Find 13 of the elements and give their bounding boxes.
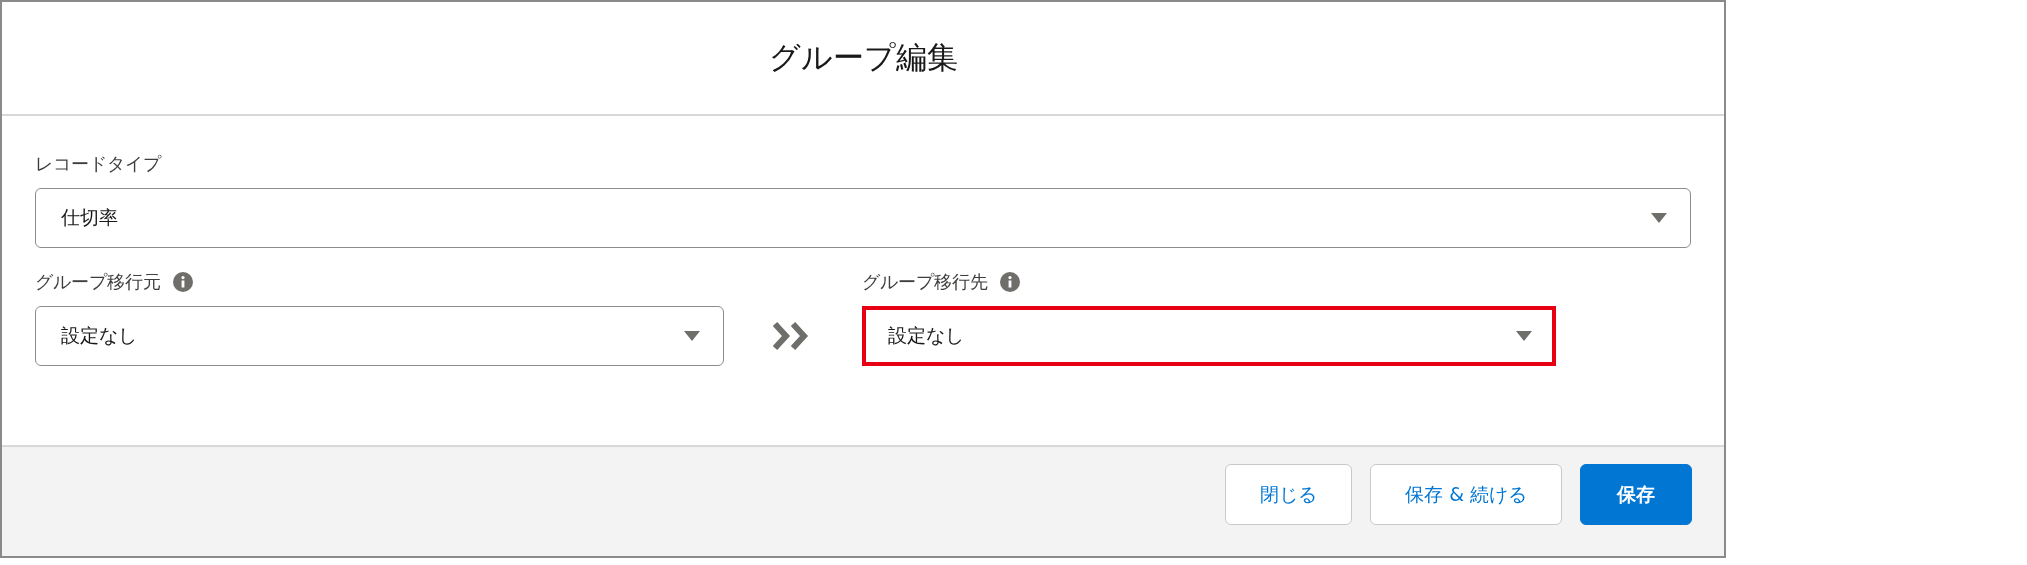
- field-label: レコードタイプ: [35, 152, 161, 176]
- field-label: グループ移行元: [35, 270, 161, 294]
- field-label: グループ移行先: [862, 270, 988, 294]
- dialog-button[interactable]: 保存 & 続ける: [1370, 464, 1562, 525]
- select-field[interactable]: 設定なし: [862, 306, 1556, 366]
- caret-icon: [1516, 331, 1532, 341]
- select-field[interactable]: 設定なし: [35, 306, 724, 366]
- dialog-button[interactable]: 閉じる: [1225, 464, 1353, 525]
- save-button[interactable]: 保存: [1580, 464, 1692, 525]
- caret-icon: [684, 331, 700, 341]
- caret-icon: [1651, 213, 1667, 223]
- dialog-title: グループ編集: [768, 38, 958, 77]
- select-field[interactable]: 仕切率: [35, 188, 1691, 248]
